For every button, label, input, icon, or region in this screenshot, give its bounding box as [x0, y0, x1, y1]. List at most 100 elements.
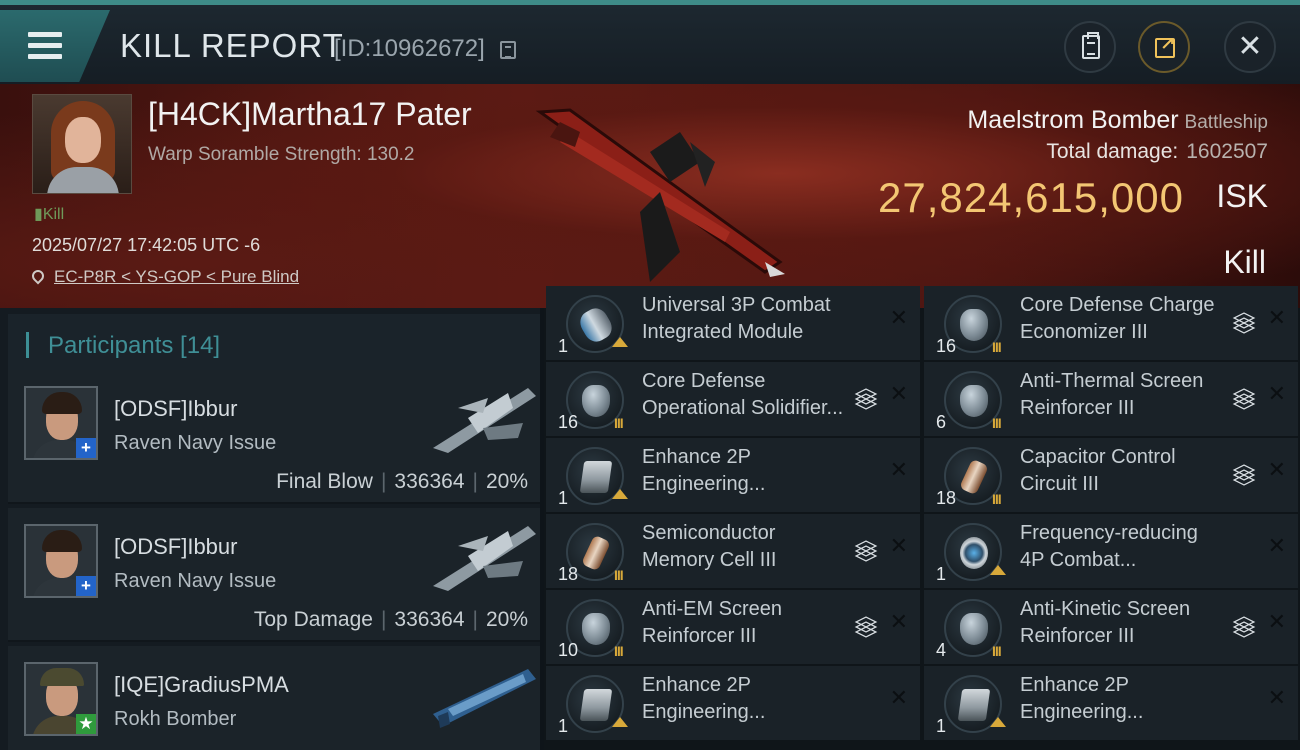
close-icon[interactable]: ✕ — [890, 458, 908, 483]
result-label: Kill — [1223, 244, 1266, 280]
participant-stats: Top Damage | 336364 | 20% — [253, 608, 528, 631]
participant-stats: Final Blow | 336364 | 20% — [276, 470, 528, 493]
module-name: Anti-Thermal Screen — [1020, 370, 1204, 392]
victim-name[interactable]: [H4CK]Martha17 Pater — [148, 96, 472, 133]
combat-module-icon — [566, 295, 628, 353]
module-cell[interactable]: 1 Enhance 2P Engineering... ✕ — [546, 666, 920, 740]
module-quantity: 1 — [936, 716, 947, 736]
participant-avatar[interactable]: ★ — [24, 662, 98, 736]
module-cell[interactable]: III 18 Capacitor Control Circuit III ✕ — [924, 438, 1298, 512]
stack-layers-icon[interactable] — [1232, 386, 1256, 410]
close-icon: ✕ — [1237, 29, 1263, 64]
share-button[interactable] — [1138, 21, 1190, 73]
menu-button[interactable] — [0, 10, 110, 82]
stack-layers-icon[interactable] — [854, 386, 878, 410]
participant-ship: Rokh Bomber — [114, 708, 237, 730]
module-quantity: 16 — [936, 336, 957, 356]
engineering-module-icon — [944, 675, 1006, 733]
module-quantity: 16 — [558, 412, 579, 432]
module-name: Enhance 2P — [642, 674, 751, 696]
participant-row[interactable]: + [ODSF]Ibbur Raven Navy Issue Top Damag… — [8, 508, 540, 642]
clipboard-icon — [1082, 32, 1100, 59]
close-icon[interactable]: ✕ — [1268, 382, 1286, 407]
close-icon[interactable]: ✕ — [1268, 610, 1286, 635]
module-name: Semiconductor — [642, 522, 776, 544]
module-name: Core Defense Charge — [1020, 294, 1215, 316]
module-name: Anti-EM Screen — [642, 598, 783, 620]
stack-layers-icon[interactable] — [1232, 310, 1256, 334]
module-quantity: 4 — [936, 640, 947, 660]
stack-layers-icon[interactable] — [854, 614, 878, 638]
corp-badge-icon: + — [76, 576, 96, 596]
module-name: Anti-Kinetic Screen — [1020, 598, 1191, 620]
participant-avatar[interactable]: + — [24, 386, 98, 460]
warp-scramble-strength: Warp Soramble Strength: 130.2 — [148, 144, 415, 165]
module-name: Economizer III — [1020, 321, 1148, 343]
stack-layers-icon[interactable] — [1232, 462, 1256, 486]
module-name: Universal 3P Combat — [642, 294, 831, 316]
copy-id-icon[interactable] — [500, 41, 516, 59]
isk-value: 27,824,615,000 — [878, 174, 1184, 221]
module-cell[interactable]: 1 Enhance 2P Engineering... ✕ — [924, 666, 1298, 740]
participant-ship: Raven Navy Issue — [114, 570, 277, 592]
hamburger-menu-icon — [28, 32, 62, 60]
module-cell[interactable]: 1 Frequency-reducing 4P Combat... ✕ — [924, 514, 1298, 588]
close-icon[interactable]: ✕ — [1268, 534, 1286, 559]
page-title: KILL REPORT — [120, 27, 344, 64]
module-cell[interactable]: III 4 Anti-Kinetic Screen Reinforcer III… — [924, 590, 1298, 664]
participants-panel[interactable]: Participants [14] + [ODSF]Ibbur Raven Na… — [0, 308, 540, 750]
participants-title: Participants [14] — [48, 332, 221, 359]
participant-name: [ODSF]Ibbur — [114, 534, 238, 559]
victim-banner: [H4CK]Martha17 Pater Warp Soramble Stren… — [0, 84, 1300, 308]
close-icon[interactable]: ✕ — [1268, 686, 1286, 711]
module-cell[interactable]: III 10 Anti-EM Screen Reinforcer III ✕ — [546, 590, 920, 664]
module-name: Frequency-reducing — [1020, 522, 1198, 544]
module-name: Engineering... — [642, 473, 766, 495]
close-icon[interactable]: ✕ — [890, 686, 908, 711]
victim-ship-name: Maelstrom Bomber Battleship — [967, 106, 1268, 134]
kill-timestamp: 2025/07/27 17:42:05 UTC -6 — [32, 235, 261, 255]
stack-layers-icon[interactable] — [1232, 614, 1256, 638]
title-bar: KILL REPORT [ID:10962672] ✕ — [0, 0, 1300, 84]
kill-location[interactable]: EC-P8R < YS-GOP < Pure Blind — [29, 267, 299, 287]
module-name: Reinforcer III — [1020, 397, 1135, 419]
module-name: Circuit III — [1020, 473, 1099, 495]
participant-row[interactable]: ★ [IQE]GradiusPMA Rokh Bomber — [8, 646, 540, 750]
location-link[interactable]: EC-P8R < YS-GOP < Pure Blind — [54, 267, 299, 286]
fitted-modules-grid[interactable]: 1 Universal 3P Combat Integrated Module … — [544, 286, 1300, 750]
participants-header: Participants [14] — [8, 314, 540, 370]
close-icon[interactable]: ✕ — [1268, 306, 1286, 331]
module-cell[interactable]: III 18 Semiconductor Memory Cell III ✕ — [546, 514, 920, 588]
module-cell[interactable]: III 16 Core Defense Charge Economizer II… — [924, 286, 1298, 360]
participant-avatar[interactable]: + — [24, 524, 98, 598]
module-cell[interactable]: III 16 Core Defense Operational Solidifi… — [546, 362, 920, 436]
module-quantity: 18 — [936, 488, 957, 508]
participant-ship-image — [433, 388, 536, 453]
module-cell[interactable]: 1 Enhance 2P Engineering... ✕ — [546, 438, 920, 512]
kill-badge: ▮Kill — [34, 206, 65, 223]
module-name: Enhance 2P — [1020, 674, 1129, 696]
shield-module-icon: III — [944, 599, 1002, 659]
close-icon[interactable]: ✕ — [1268, 458, 1286, 483]
close-icon[interactable]: ✕ — [890, 306, 908, 331]
corp-badge-icon: ★ — [76, 714, 96, 734]
participant-ship-image — [433, 526, 536, 591]
combat-module-icon — [944, 523, 1006, 581]
victim-avatar[interactable] — [32, 94, 132, 194]
module-name: Operational Solidifier... — [642, 397, 844, 419]
corp-badge-icon: + — [76, 438, 96, 458]
module-quantity: 1 — [558, 716, 569, 736]
close-icon[interactable]: ✕ — [890, 610, 908, 635]
close-icon[interactable]: ✕ — [890, 382, 908, 407]
close-button[interactable]: ✕ — [1224, 21, 1276, 73]
report-id: [ID:10962672] — [334, 35, 485, 62]
module-cell[interactable]: III 6 Anti-Thermal Screen Reinforcer III… — [924, 362, 1298, 436]
participant-ship: Raven Navy Issue — [114, 432, 277, 454]
engineering-module-icon — [566, 447, 628, 505]
module-cell[interactable]: 1 Universal 3P Combat Integrated Module … — [546, 286, 920, 360]
participant-row[interactable]: + [ODSF]Ibbur Raven Navy Issue Final Blo… — [8, 370, 540, 504]
close-icon[interactable]: ✕ — [890, 534, 908, 559]
module-name: Reinforcer III — [642, 625, 757, 647]
clipboard-button[interactable] — [1064, 21, 1116, 73]
stack-layers-icon[interactable] — [854, 538, 878, 562]
